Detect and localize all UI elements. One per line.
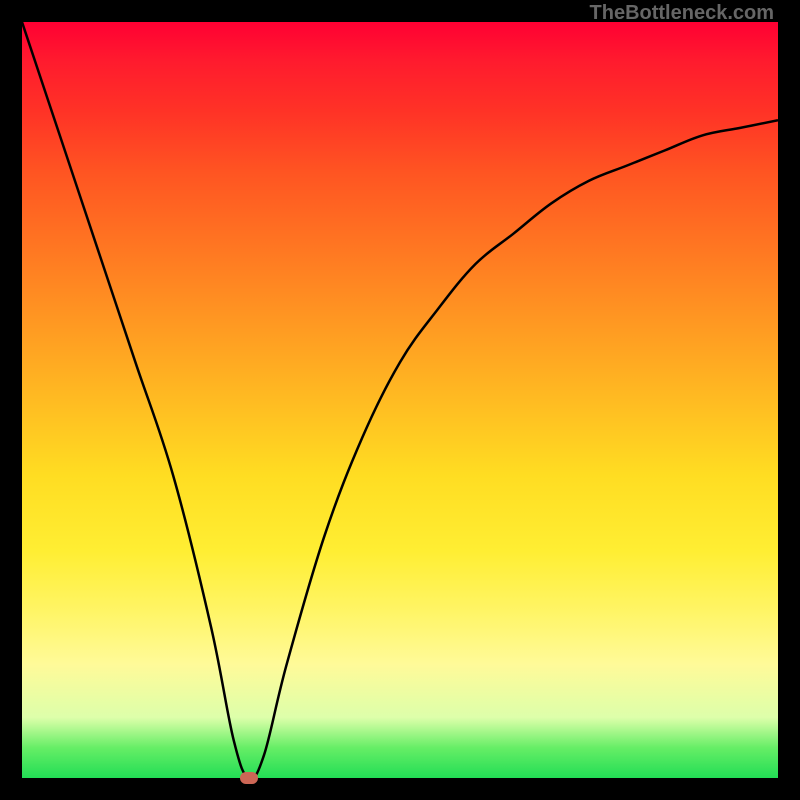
chart-container: TheBottleneck.com (0, 0, 800, 800)
attribution-text: TheBottleneck.com (590, 2, 774, 25)
bottleneck-curve (22, 22, 778, 778)
curve-svg (22, 22, 778, 778)
minimum-marker (240, 772, 258, 784)
